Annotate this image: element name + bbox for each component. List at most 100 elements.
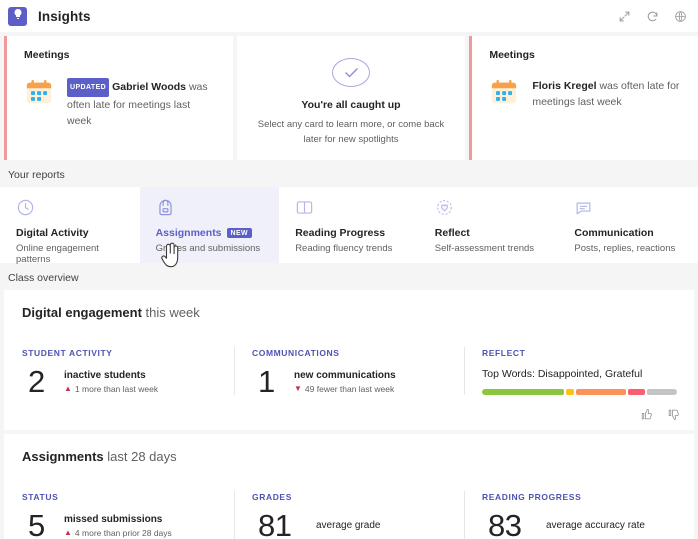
overview-card-digital-engagement: Digital engagement this week STUDENT ACT… bbox=[4, 290, 694, 430]
spotlight-card-caught-up[interactable]: You're all caught up Select any card to … bbox=[236, 36, 466, 160]
report-tab-reading-progress[interactable]: Reading Progress Reading fluency trends bbox=[279, 187, 419, 263]
overview-col-grades: GRADES 81 average grade bbox=[234, 491, 464, 539]
caught-up-title: You're all caught up bbox=[301, 99, 401, 111]
report-tab-digital-activity[interactable]: Digital Activity Online engagement patte… bbox=[0, 187, 140, 265]
chat-icon bbox=[574, 198, 684, 218]
book-icon bbox=[295, 198, 405, 218]
overview-stat: 5 missed submissions ▲ 4 more than prior… bbox=[22, 508, 218, 539]
spotlight-label: Meetings bbox=[489, 49, 535, 61]
report-tab-title: Assignments NEW bbox=[156, 227, 266, 239]
overview-delta-text: 4 more than prior 28 days bbox=[74, 528, 172, 538]
overview-card-assignments: Assignments last 28 days STATUS 5 missed… bbox=[4, 434, 694, 539]
overview-stat: 81 average grade bbox=[252, 508, 448, 539]
class-overview-heading: Class overview bbox=[8, 272, 79, 284]
report-tab-subtitle: Reading fluency trends bbox=[295, 243, 393, 254]
overview-stat: 1 new communications ▼ 49 fewer than las… bbox=[252, 364, 448, 399]
overview-col-title: READING PROGRESS bbox=[482, 492, 582, 502]
calendar-icon bbox=[489, 77, 519, 107]
report-tab-subtitle: Grades and submissions bbox=[155, 243, 261, 254]
triangle-up-icon: ▲ bbox=[64, 384, 72, 393]
overview-stat: 2 inactive students ▲ 1 more than last w… bbox=[22, 364, 218, 399]
calendar-icon bbox=[24, 77, 54, 107]
triangle-down-icon: ▼ bbox=[294, 384, 302, 393]
report-tab-title: Communication bbox=[574, 227, 684, 239]
overview-card-title-bold: Assignments bbox=[22, 449, 104, 464]
overview-stat-label: inactive students bbox=[64, 370, 146, 381]
spotlight-body: UPDATED Gabriel Woods was often late for … bbox=[20, 77, 217, 129]
report-tab-label: Digital Activity bbox=[16, 227, 89, 239]
overview-delta-text: 49 fewer than last week bbox=[304, 384, 395, 394]
thumbs-down-icon[interactable] bbox=[666, 407, 680, 421]
thumbs-up-icon[interactable] bbox=[639, 407, 653, 421]
overview-stat-body: new communications ▼ 49 fewer than last … bbox=[284, 367, 396, 394]
overview-col-status: STATUS 5 missed submissions ▲ 4 more tha… bbox=[4, 492, 234, 539]
report-tab-label: Reading Progress bbox=[295, 227, 386, 239]
expand-icon[interactable] bbox=[617, 9, 632, 24]
heart-circle-icon bbox=[435, 198, 545, 218]
overview-col-title: STATUS bbox=[22, 492, 59, 502]
report-tab-communication[interactable]: Communication Posts, replies, reactions bbox=[558, 187, 698, 263]
spotlight-text: Floris Kregel was often late for meeting… bbox=[532, 77, 682, 110]
triangle-up-icon: ▲ bbox=[64, 528, 72, 537]
reports-tab-strip: Digital Activity Online engagement patte… bbox=[0, 187, 698, 265]
page-title: Insights bbox=[38, 8, 91, 24]
overview-delta-text: 1 more than last week bbox=[74, 384, 159, 394]
report-tab-subtitle: Online engagement patterns bbox=[16, 243, 99, 265]
overview-stat-number: 1 bbox=[258, 364, 275, 399]
overview-card-title: Assignments last 28 days bbox=[4, 434, 694, 481]
overview-stat-label: new communications bbox=[294, 370, 396, 381]
report-tab-reflect[interactable]: Reflect Self-assessment trends bbox=[419, 187, 559, 263]
reflect-bar-segment bbox=[647, 389, 677, 395]
spotlight-label: Meetings bbox=[24, 49, 70, 61]
overview-col-reading-progress: READING PROGRESS 83 average accuracy rat… bbox=[464, 491, 694, 539]
your-reports-heading: Your reports bbox=[8, 169, 65, 181]
overview-stat-number: 5 bbox=[28, 508, 45, 539]
overview-card-title-rest: last 28 days bbox=[103, 449, 177, 464]
reflect-bar-segment bbox=[566, 389, 574, 395]
overview-feedback bbox=[4, 407, 694, 430]
overview-stat-label: average accuracy rate bbox=[546, 520, 645, 531]
spotlight-card-meetings-2[interactable]: Meetings Floris Kregel was often late fo… bbox=[469, 36, 698, 160]
spotlight-body: Floris Kregel was often late for meeting… bbox=[485, 77, 682, 110]
report-tab-assignments[interactable]: Assignments NEW Grades and submissions bbox=[139, 187, 280, 263]
clock-icon bbox=[16, 198, 126, 218]
new-badge: NEW bbox=[226, 228, 253, 238]
globe-icon[interactable] bbox=[673, 9, 688, 24]
spotlight-card-meetings-1[interactable]: Meetings UPDATED Gabriel Woods was often… bbox=[4, 36, 233, 160]
reflect-bar-segment bbox=[482, 389, 565, 395]
report-tab-title: Digital Activity bbox=[16, 227, 126, 239]
overview-stat-body: missed submissions ▲ 4 more than prior 2… bbox=[54, 511, 172, 538]
overview-stat-label: missed submissions bbox=[64, 514, 163, 525]
overview-stat-number: 81 bbox=[258, 508, 292, 539]
overview-col-title: COMMUNICATIONS bbox=[252, 348, 340, 358]
overview-col-communications: COMMUNICATIONS 1 new communications ▼ 49… bbox=[234, 347, 464, 399]
overview-card-title: Digital engagement this week bbox=[4, 290, 694, 337]
check-circle-icon bbox=[332, 58, 370, 87]
overview-col-title: GRADES bbox=[252, 492, 292, 502]
insights-logo bbox=[8, 6, 27, 26]
caught-up-subtitle: Select any card to learn more, or come b… bbox=[257, 119, 445, 145]
refresh-icon[interactable] bbox=[645, 9, 660, 24]
spotlight-person: Floris Kregel bbox=[532, 80, 597, 92]
spotlight-text: UPDATED Gabriel Woods was often late for … bbox=[67, 77, 217, 129]
app-header: Insights bbox=[0, 0, 698, 32]
overview-columns: STUDENT ACTIVITY 2 inactive students ▲ 1… bbox=[4, 337, 694, 411]
report-tab-title: Reading Progress bbox=[295, 227, 405, 239]
report-tab-label: Assignments bbox=[155, 227, 222, 239]
spotlight-row: Meetings UPDATED Gabriel Woods was often… bbox=[0, 32, 698, 160]
overview-stat-body: inactive students ▲ 1 more than last wee… bbox=[54, 367, 158, 394]
overview-stat-delta: ▼ 49 fewer than last week bbox=[294, 384, 396, 394]
reflect-bar-segment bbox=[628, 389, 646, 395]
overview-card-title-rest: this week bbox=[141, 305, 200, 320]
overview-stat-delta: ▲ 4 more than prior 28 days bbox=[64, 528, 172, 538]
overview-col-title: STUDENT ACTIVITY bbox=[22, 348, 113, 358]
report-tab-label: Reflect bbox=[434, 227, 470, 239]
spotlight-person: Gabriel Woods bbox=[112, 81, 187, 93]
backpack-icon bbox=[156, 198, 266, 218]
overview-stat-number: 83 bbox=[488, 508, 522, 539]
reflect-top-words: Top Words: Disappointed, Grateful bbox=[482, 368, 643, 380]
overview-stat-delta: ▲ 1 more than last week bbox=[64, 384, 158, 394]
header-actions bbox=[617, 9, 688, 24]
overview-stat-label: average grade bbox=[316, 520, 381, 531]
overview-stat-number: 2 bbox=[28, 364, 45, 399]
